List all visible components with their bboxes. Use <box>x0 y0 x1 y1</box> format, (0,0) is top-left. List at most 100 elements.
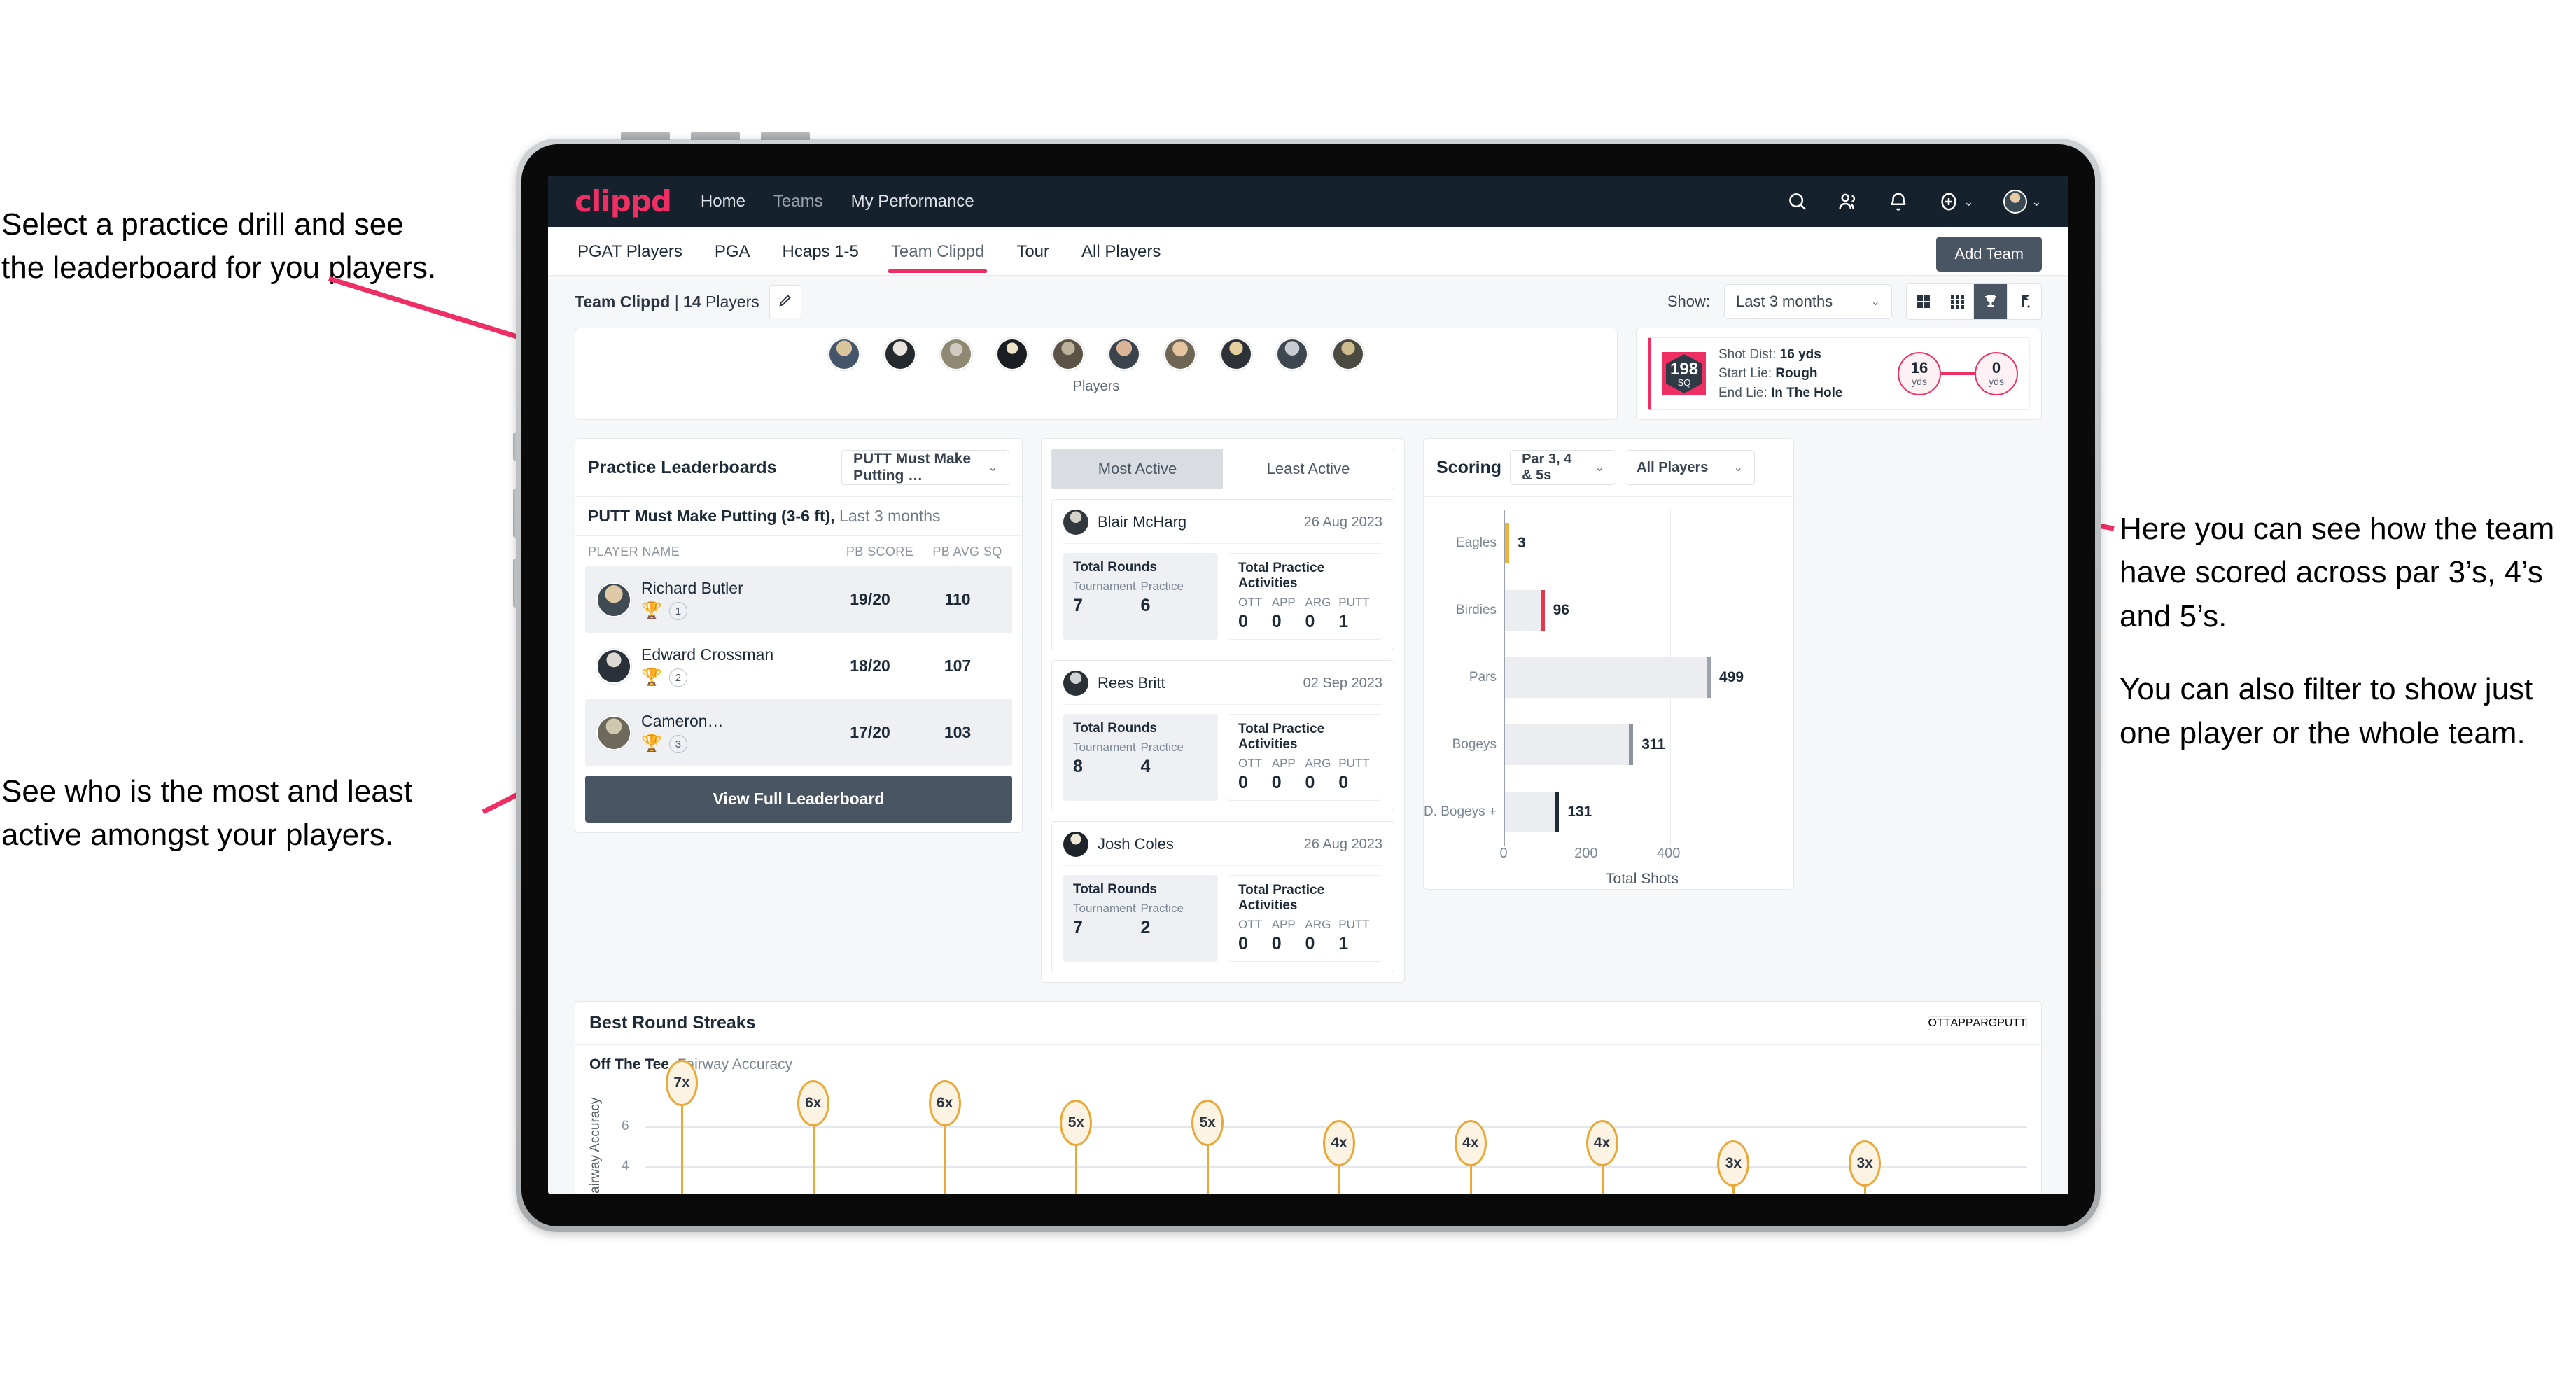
par-filter-select[interactable]: Par 3, 4 & 5s ⌄ <box>1510 450 1617 485</box>
tab-tour[interactable]: Tour <box>1014 230 1052 273</box>
people-icon[interactable] <box>1837 191 1858 212</box>
add-menu[interactable]: ⌄ <box>1938 191 1974 212</box>
profile-menu[interactable]: ⌄ <box>2003 190 2042 214</box>
avatar[interactable] <box>828 338 860 370</box>
bell-icon[interactable] <box>1888 191 1909 212</box>
bar-value-label: 311 <box>1642 736 1666 752</box>
players-caption: Players <box>1072 379 1120 394</box>
streak-marker[interactable]: 6x <box>797 1079 830 1126</box>
page-content: Players 198 SQ Shot Dist: 16 yds Start L… <box>548 328 2068 1194</box>
gridline <box>645 1166 2027 1168</box>
table-row[interactable]: Edward Crossman 🏆 2 18/20 107 <box>585 633 1012 699</box>
tab-most-active[interactable]: Most Active <box>1052 449 1223 489</box>
practice-heading: Total Practice Activities <box>1238 722 1325 752</box>
list-item[interactable]: Blair McHarg 26 Aug 2023 Total Rounds To… <box>1051 499 1394 650</box>
golf-flag-icon[interactable] <box>2008 284 2041 319</box>
stat-label: ARG <box>1305 757 1331 770</box>
tab-putt[interactable]: PUTT <box>1997 1017 2026 1030</box>
streak-marker[interactable]: 4x <box>1586 1120 1618 1166</box>
table-row[interactable]: Cameron… 🏆 3 17/20 103 <box>585 699 1012 766</box>
bar-category-label: Birdies <box>1455 603 1497 617</box>
practice-heading: Total Practice Activities <box>1238 561 1325 591</box>
streak-marker[interactable]: 3x <box>1717 1140 1750 1186</box>
tab-ott[interactable]: OTT <box>1928 1017 1951 1030</box>
avatar[interactable] <box>2003 190 2027 214</box>
player-name: Richard Butler <box>641 579 743 597</box>
scoring-x-axis: 0 200 400 <box>1499 846 1781 867</box>
avatar[interactable] <box>940 338 972 370</box>
tab-team-clippd[interactable]: Team Clippd <box>888 230 988 273</box>
stat-label: PUTT <box>1338 596 1370 609</box>
date-range-select[interactable]: Last 3 months ⌄ <box>1724 284 1892 319</box>
player-badges: 🏆 1 <box>641 602 825 620</box>
streak-marker[interactable]: 4x <box>1454 1120 1487 1166</box>
streak-stem <box>1864 1186 1867 1194</box>
plus-circle-icon[interactable] <box>1938 191 1959 212</box>
tab-all-players[interactable]: All Players <box>1079 230 1163 273</box>
nav-link-teams[interactable]: Teams <box>774 192 823 211</box>
device-side-button <box>513 489 517 538</box>
avatar[interactable] <box>1108 338 1140 370</box>
avatar[interactable] <box>1220 338 1252 370</box>
device-button <box>761 132 810 140</box>
avatar <box>598 650 630 682</box>
stat-value: 0 <box>1338 773 1349 792</box>
avatar[interactable] <box>1332 338 1364 370</box>
streak-marker[interactable]: 5x <box>1060 1100 1093 1147</box>
avatar[interactable] <box>1164 338 1196 370</box>
search-icon[interactable] <box>1787 191 1808 212</box>
nav-link-my-performance[interactable]: My Performance <box>851 192 974 211</box>
drill-select[interactable]: PUTT Must Make Putting … ⌄ <box>841 450 1009 485</box>
streak-marker[interactable]: 3x <box>1849 1140 1882 1186</box>
trophy-icon[interactable] <box>1974 284 2008 319</box>
table-row[interactable]: Richard Butler 🏆 1 19/20 110 <box>585 566 1012 633</box>
stat-value: 0 <box>1305 773 1315 792</box>
avatar[interactable] <box>1052 338 1084 370</box>
tab-pgat-players[interactable]: PGAT Players <box>575 230 685 273</box>
tab-app[interactable]: APP <box>1951 1017 1973 1030</box>
pb-score-cell: 17/20 <box>850 723 890 741</box>
device-button <box>621 132 670 140</box>
streak-marker[interactable]: 6x <box>928 1079 961 1126</box>
player-filter-select[interactable]: All Players ⌄ <box>1625 450 1756 485</box>
avatar[interactable] <box>996 338 1028 370</box>
nav-link-home[interactable]: Home <box>701 192 746 211</box>
add-team-button[interactable]: Add Team <box>1936 237 2042 272</box>
stat-value: 6 <box>1140 596 1151 615</box>
annotation-paragraph: Here you can see how the team have score… <box>2120 512 2555 634</box>
edit-team-button[interactable] <box>769 285 802 318</box>
screenshot-root: Select a practice drill and see the lead… <box>0 0 2576 1386</box>
tab-hcaps-1-5[interactable]: Hcaps 1-5 <box>780 230 862 273</box>
stat-label: OTT <box>1238 596 1262 609</box>
streak-marker[interactable]: 7x <box>666 1059 698 1106</box>
chevron-down-icon: ⌄ <box>1595 462 1605 474</box>
avatar <box>1063 510 1088 535</box>
grid-large-icon[interactable] <box>1907 284 1940 319</box>
app-screen: clippd Home Teams My Performance ⌄ ⌄ PGA… <box>548 176 2068 1194</box>
nav-right-icons: ⌄ ⌄ <box>1787 190 2042 214</box>
streak-stem <box>1207 1146 1210 1194</box>
view-full-leaderboard-button[interactable]: View Full Leaderboard <box>585 776 1012 822</box>
grid-small-icon[interactable] <box>1940 284 1974 319</box>
total-rounds-heading: Total Rounds <box>1073 882 1157 897</box>
bar <box>1505 590 1545 631</box>
streak-marker[interactable]: 4x <box>1323 1120 1355 1166</box>
tab-pga[interactable]: PGA <box>712 230 753 273</box>
streaks-subtitle: Off The Tee, Fairway Accuracy <box>575 1045 2041 1073</box>
avatar[interactable] <box>884 338 916 370</box>
bar-row: Eagles 3 <box>1456 523 1736 564</box>
bar-category-label: D. Bogeys + <box>1423 804 1497 819</box>
chevron-down-icon: ⌄ <box>1733 462 1744 474</box>
avatar[interactable] <box>1276 338 1308 370</box>
streak-marker[interactable]: 5x <box>1191 1100 1224 1147</box>
trophy-icon: 🏆 <box>641 734 662 753</box>
stat-label: APP <box>1271 918 1296 931</box>
list-item[interactable]: Josh Coles 26 Aug 2023 Total Rounds Tour… <box>1051 821 1394 972</box>
chevron-down-icon: ⌄ <box>1870 296 1880 308</box>
clippd-logo[interactable]: clippd <box>575 187 672 216</box>
start-distance-marker: 16 yds <box>1898 352 1941 396</box>
tab-arg[interactable]: ARG <box>1973 1017 1998 1030</box>
tab-least-active[interactable]: Least Active <box>1223 449 1394 489</box>
bar-cap <box>1505 523 1509 564</box>
list-item[interactable]: Rees Britt 02 Sep 2023 Total Rounds Tour… <box>1051 660 1394 811</box>
